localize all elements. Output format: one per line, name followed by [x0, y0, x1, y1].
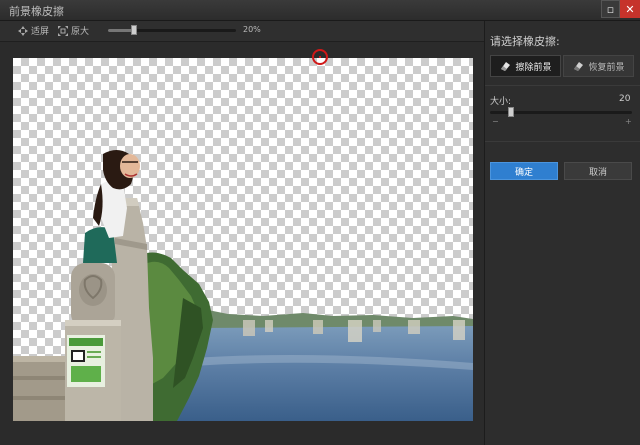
fit-screen-label: 适屏 [31, 27, 50, 37]
erase-foreground-button[interactable]: 擦除前景 [490, 55, 561, 77]
size-value: 20 [619, 94, 631, 104]
fit-screen-icon [18, 25, 28, 36]
fit-screen-button[interactable]: 适屏 [18, 24, 49, 37]
photo-canvas[interactable] [13, 58, 473, 421]
divider-bottom [485, 141, 640, 142]
actual-size-button[interactable]: 原大 [58, 24, 89, 37]
zoom-percent: 20% [243, 25, 261, 34]
close-icon: ✕ [625, 2, 635, 16]
zoom-slider-thumb[interactable] [130, 25, 137, 35]
eraser-icon [501, 62, 511, 71]
size-slider[interactable] [490, 107, 632, 117]
close-button[interactable]: ✕ [620, 0, 640, 18]
actual-size-label: 原大 [71, 27, 90, 37]
restore-foreground-button[interactable]: 恢复前景 [563, 55, 634, 77]
toolbar: 适屏 原大 [0, 21, 484, 42]
panel-title: 请选择橡皮擦: [490, 35, 560, 48]
actual-size-icon [58, 25, 68, 36]
ok-button[interactable]: 确定 [490, 162, 558, 180]
maximize-button[interactable]: ▫ [601, 0, 620, 18]
restore-foreground-label: 恢复前景 [588, 62, 625, 73]
divider-top [485, 85, 640, 86]
cancel-button[interactable]: 取消 [564, 162, 632, 180]
erase-foreground-label: 擦除前景 [515, 62, 552, 73]
size-plus: + [625, 117, 632, 126]
eraser-dialog: 前景橡皮擦 ▫ ✕ 适屏 原大 20% 请选择橡皮擦: 擦除前景 恢复前景 大小… [0, 0, 640, 445]
zoom-slider[interactable] [108, 25, 236, 35]
maximize-icon: ▫ [606, 2, 615, 16]
title-bar: 前景橡皮擦 ▫ ✕ [0, 0, 640, 21]
restore-eraser-icon [574, 62, 584, 71]
window-title: 前景橡皮擦 [9, 5, 64, 18]
size-slider-thumb[interactable] [508, 107, 515, 117]
size-label: 大小: [490, 97, 512, 107]
eraser-cursor [312, 49, 328, 65]
eraser-panel: 请选择橡皮擦: 擦除前景 恢复前景 大小: 20 − + 确定 取消 [484, 21, 640, 445]
photo-content [13, 150, 473, 421]
size-minus: − [492, 117, 499, 126]
